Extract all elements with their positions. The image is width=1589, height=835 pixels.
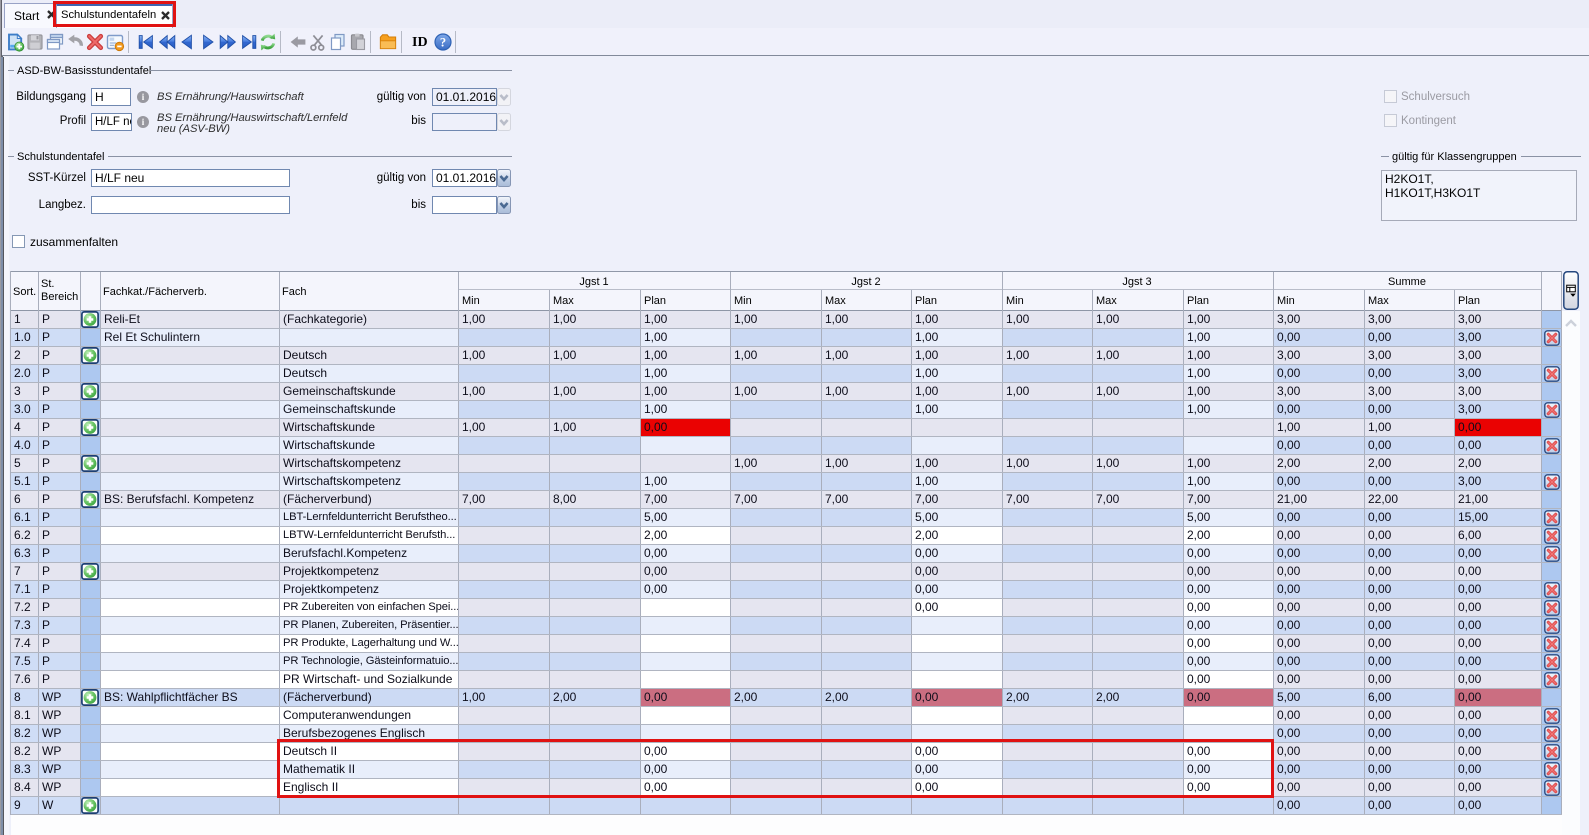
svg-text:?: ?: [439, 35, 445, 49]
